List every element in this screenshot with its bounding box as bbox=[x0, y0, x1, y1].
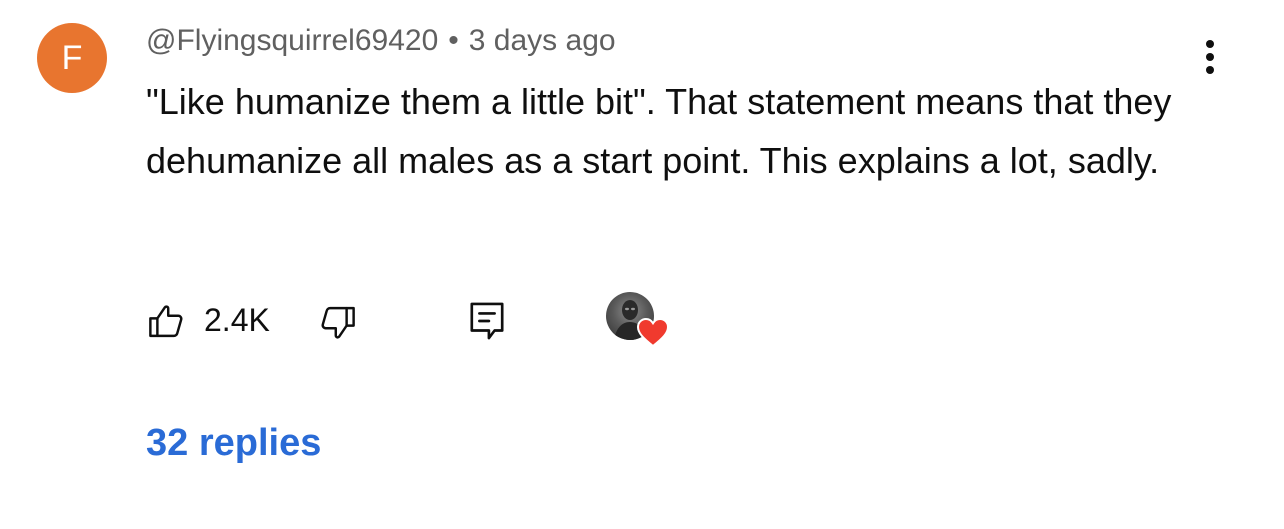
reply-comment-icon bbox=[470, 302, 504, 340]
view-replies-button[interactable]: 32 replies bbox=[146, 420, 321, 466]
dislike-button[interactable] bbox=[316, 302, 358, 344]
meta-separator: • bbox=[448, 24, 459, 57]
comment-text: "Like humanize them a little bit". That … bbox=[146, 81, 1172, 181]
like-count: 2.4K bbox=[204, 302, 270, 338]
creator-heart-badge[interactable] bbox=[606, 292, 670, 348]
comment-header: @Flyingsquirrel69420 • 3 days ago bbox=[146, 22, 616, 60]
more-vert-icon bbox=[1206, 40, 1214, 48]
comment-actions: 2.4K bbox=[146, 290, 706, 350]
comment-timestamp[interactable]: 3 days ago bbox=[469, 24, 616, 57]
thumbs-up-icon bbox=[149, 305, 183, 338]
thumbs-down-icon bbox=[321, 306, 355, 339]
heart-icon bbox=[637, 318, 669, 348]
author-handle[interactable]: @Flyingsquirrel69420 bbox=[146, 24, 438, 57]
like-button[interactable] bbox=[146, 300, 188, 342]
reply-button[interactable] bbox=[468, 300, 506, 342]
author-avatar-letter: F bbox=[61, 39, 83, 77]
more-vert-icon-dot bbox=[1206, 53, 1214, 61]
comment-thread: F @Flyingsquirrel69420 • 3 days ago "Like … bbox=[0, 0, 1284, 529]
author-avatar[interactable]: F bbox=[37, 23, 107, 93]
